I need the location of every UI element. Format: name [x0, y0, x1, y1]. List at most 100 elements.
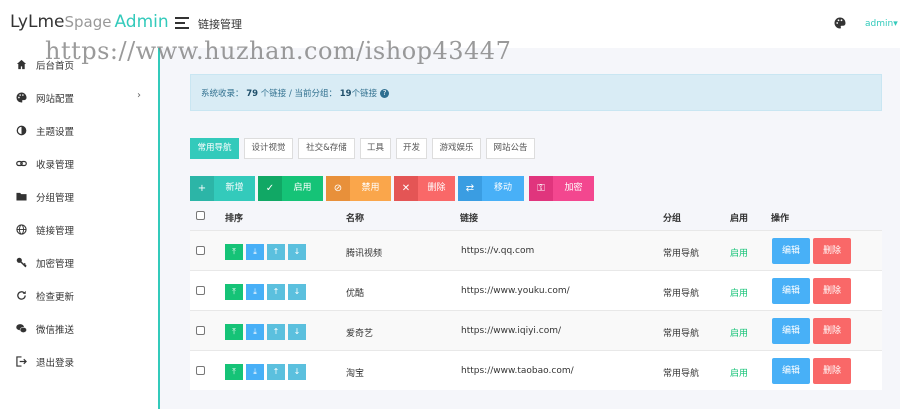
- row-checkbox[interactable]: [196, 326, 205, 335]
- sidebar-item-wechat[interactable]: 微信推送: [0, 312, 158, 345]
- move-up-icon[interactable]: ↑: [267, 364, 285, 380]
- stats-suffix: 个链接: [351, 89, 378, 99]
- table-row: ⤒ ⤓ ↑ ↓ 爱奇艺 https://www.iqiyi.com/常用导航 启用 编辑 删除: [190, 310, 882, 350]
- sidebar-item-submissions[interactable]: 收录管理: [0, 147, 158, 180]
- link-url[interactable]: https://www.iqiyi.com/: [461, 326, 561, 336]
- move-down-icon[interactable]: ↓: [288, 244, 306, 260]
- move-icon: ⇄: [458, 176, 482, 201]
- brand-subname: Spage: [64, 13, 112, 31]
- move-bottom-icon[interactable]: ⤓: [246, 324, 264, 340]
- link-url[interactable]: https://www.taobao.com/: [461, 366, 574, 376]
- sidebar-item-theme[interactable]: 主题设置: [0, 114, 158, 147]
- sidebar-item-links[interactable]: 链接管理: [0, 213, 158, 246]
- sidebar-item-home[interactable]: 后台首页: [0, 48, 158, 81]
- sidebar-item-encryption[interactable]: 加密管理: [0, 246, 158, 279]
- edit-button[interactable]: 编辑: [772, 358, 810, 384]
- move-up-icon[interactable]: ↑: [267, 244, 285, 260]
- sidebar-item-logout[interactable]: 退出登录: [0, 345, 158, 378]
- home-icon: [16, 59, 27, 70]
- sidebar-item-site-config[interactable]: 网站配置 ›: [0, 81, 158, 114]
- edit-button[interactable]: 编辑: [772, 238, 810, 264]
- move-bottom-icon[interactable]: ⤓: [246, 244, 264, 260]
- top-header: LyLmeSpage Admin 链接管理 admin▾: [0, 0, 900, 48]
- brand-admin: Admin: [114, 12, 169, 32]
- check-icon: ✓: [258, 176, 282, 201]
- column-header-status: 启用: [730, 214, 749, 224]
- sidebar-item-label: 链接管理: [36, 226, 75, 237]
- status-badge: 启用: [730, 329, 749, 339]
- edit-button[interactable]: 编辑: [772, 318, 810, 344]
- edit-button[interactable]: 编辑: [772, 278, 810, 304]
- link-name: 爱奇艺: [346, 329, 374, 339]
- enable-button-label: 启用: [293, 183, 312, 193]
- move-button-label: 移动: [493, 183, 512, 193]
- contrast-icon: [16, 125, 27, 136]
- stats-prefix: 系统收录：: [201, 89, 244, 99]
- move-top-icon[interactable]: ⤒: [225, 364, 243, 380]
- globe-icon: [16, 224, 27, 235]
- move-down-icon[interactable]: ↓: [288, 364, 306, 380]
- delete-button[interactable]: ✕ 删除: [394, 176, 455, 201]
- sidebar-item-groups[interactable]: 分组管理: [0, 180, 158, 213]
- move-top-icon[interactable]: ⤒: [225, 324, 243, 340]
- encrypt-button[interactable]: ⚿ 加密: [529, 176, 594, 201]
- column-header-url: 链接: [460, 214, 479, 224]
- sidebar-item-label: 后台首页: [36, 61, 75, 72]
- move-bottom-icon[interactable]: ⤓: [246, 284, 264, 300]
- sidebar-item-label: 分组管理: [36, 193, 75, 204]
- move-down-icon[interactable]: ↓: [288, 324, 306, 340]
- column-header-actions: 操作: [771, 214, 790, 224]
- chevron-down-icon: ▾: [893, 19, 898, 29]
- link-url[interactable]: https://v.qq.com: [461, 246, 534, 256]
- column-header-sort: 排序: [225, 214, 244, 224]
- add-button-label: 新增: [225, 183, 244, 193]
- enable-button[interactable]: ✓ 启用: [258, 176, 323, 201]
- row-delete-button[interactable]: 删除: [813, 358, 851, 384]
- move-down-icon[interactable]: ↓: [288, 284, 306, 300]
- tab-games[interactable]: 游戏娱乐: [432, 138, 481, 159]
- tab-announcements[interactable]: 网站公告: [486, 138, 535, 159]
- user-name: admin: [865, 19, 894, 29]
- row-checkbox[interactable]: [196, 366, 205, 375]
- tab-social-storage[interactable]: 社交&存储: [298, 138, 355, 159]
- disable-button[interactable]: ⊘ 禁用: [326, 176, 391, 201]
- menu-toggle-icon[interactable]: [175, 17, 189, 29]
- row-delete-button[interactable]: 删除: [813, 318, 851, 344]
- tab-common-nav[interactable]: 常用导航: [190, 138, 239, 159]
- delete-button-label: 删除: [427, 183, 446, 193]
- link-name: 腾讯视频: [346, 249, 383, 259]
- row-checkbox[interactable]: [196, 246, 205, 255]
- sidebar-item-update[interactable]: 检查更新: [0, 279, 158, 312]
- move-up-icon[interactable]: ↑: [267, 284, 285, 300]
- row-delete-button[interactable]: 删除: [813, 278, 851, 304]
- link-url[interactable]: https://www.youku.com/: [461, 286, 570, 296]
- sidebar-item-label: 退出登录: [36, 358, 75, 369]
- select-all-checkbox[interactable]: [196, 211, 205, 220]
- plus-icon: +: [190, 176, 214, 201]
- tab-tools[interactable]: 工具: [360, 138, 391, 159]
- row-delete-button[interactable]: 删除: [813, 238, 851, 264]
- key-icon: ⚿: [529, 176, 553, 201]
- help-icon[interactable]: ?: [380, 89, 390, 98]
- column-header-group: 分组: [663, 214, 682, 224]
- add-button[interactable]: + 新增: [190, 176, 255, 201]
- move-up-icon[interactable]: ↑: [267, 324, 285, 340]
- tab-design[interactable]: 设计视觉: [244, 138, 293, 159]
- sidebar: 后台首页 网站配置 › 主题设置 收录管理 分组管理 链接管理 加密管理 检查更…: [0, 48, 160, 409]
- move-top-icon[interactable]: ⤒: [225, 244, 243, 260]
- move-bottom-icon[interactable]: ⤓: [246, 364, 264, 380]
- sidebar-item-label: 主题设置: [36, 127, 75, 138]
- group-link-count: 19: [339, 89, 352, 99]
- move-top-icon[interactable]: ⤒: [225, 284, 243, 300]
- tab-dev[interactable]: 开发: [396, 138, 427, 159]
- link-name: 优酷: [346, 289, 365, 299]
- brand-logo[interactable]: LyLmeSpage Admin: [10, 12, 169, 38]
- user-menu[interactable]: admin▾: [865, 19, 898, 29]
- key-icon: [16, 257, 27, 268]
- move-button[interactable]: ⇄ 移动: [458, 176, 524, 201]
- table-row: ⤒ ⤓ ↑ ↓ 淘宝 https://www.taobao.com/常用导航 启用 编辑 删除: [190, 350, 882, 390]
- row-checkbox[interactable]: [196, 286, 205, 295]
- palette-icon[interactable]: [834, 17, 846, 29]
- page-title: 链接管理: [198, 18, 242, 31]
- table-row: ⤒ ⤓ ↑ ↓ 优酷 https://www.youku.com/常用导航 启用 编辑 删除: [190, 270, 882, 310]
